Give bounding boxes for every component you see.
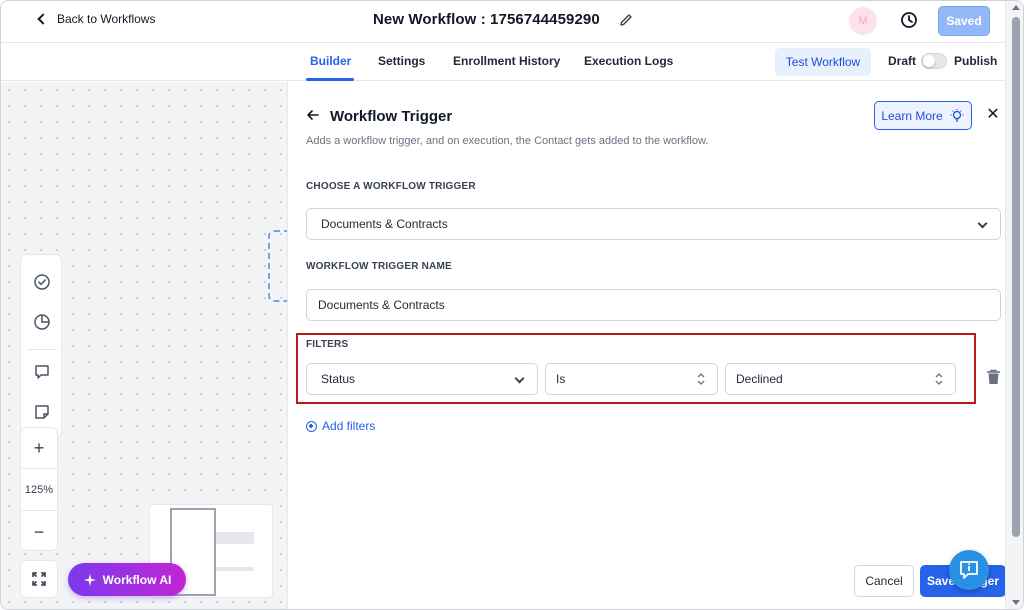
add-filters-label: Add filters: [322, 419, 376, 433]
fit-to-screen-button[interactable]: [20, 560, 58, 598]
pie-chart-icon[interactable]: [32, 312, 52, 332]
lightbulb-icon: [950, 108, 964, 122]
back-link-label: Back to Workflows: [57, 12, 156, 26]
learn-more-button[interactable]: Learn More: [874, 101, 972, 130]
trigger-name-label: WORKFLOW TRIGGER NAME: [306, 261, 452, 272]
tab-settings[interactable]: Settings: [378, 54, 425, 68]
saved-button[interactable]: Saved: [938, 6, 990, 36]
zoom-out-button[interactable]: −: [21, 517, 57, 547]
chat-info-icon: [960, 561, 978, 579]
sort-updown-icon: [697, 373, 705, 385]
top-header: Back to Workflows New Workflow : 1756744…: [1, 1, 1005, 43]
app-window: Back to Workflows New Workflow : 1756744…: [0, 0, 1024, 610]
support-chat-button[interactable]: [949, 550, 989, 590]
pencil-icon[interactable]: [618, 12, 634, 28]
minimap-node: [216, 567, 254, 571]
zoom-controls: + 125% −: [20, 427, 58, 551]
trigger-select[interactable]: Documents & Contracts: [306, 208, 1001, 240]
scroll-down-arrow[interactable]: [1012, 600, 1020, 605]
draft-label: Draft: [888, 54, 917, 68]
toolbox-divider: [27, 349, 57, 350]
minimap-node: [216, 532, 254, 544]
chevron-left-icon: [37, 13, 49, 25]
add-filters-link[interactable]: Add filters: [306, 419, 375, 433]
comment-icon[interactable]: [32, 362, 52, 382]
learn-more-label: Learn More: [881, 108, 943, 123]
active-tab-indicator: [306, 78, 354, 81]
tab-execution-logs[interactable]: Execution Logs: [584, 54, 673, 68]
filter-value-select[interactable]: Declined: [725, 363, 956, 395]
test-workflow-button[interactable]: Test Workflow: [775, 48, 871, 76]
sparkle-icon: [83, 573, 96, 586]
avatar[interactable]: M: [849, 7, 877, 35]
arrow-left-icon[interactable]: [306, 108, 320, 122]
workflow-ai-button[interactable]: Workflow AI: [68, 563, 186, 596]
filter-field-select[interactable]: Status: [306, 363, 538, 395]
filter-field-value: Status: [321, 372, 356, 386]
trigger-name-input[interactable]: Documents & Contracts: [306, 289, 1001, 321]
zoom-divider: [21, 468, 57, 469]
workflow-ai-label: Workflow AI: [102, 572, 172, 587]
cancel-button[interactable]: Cancel: [854, 565, 914, 597]
filters-label: FILTERS: [306, 339, 349, 350]
sort-updown-icon: [935, 373, 943, 385]
filter-operator-select[interactable]: Is: [545, 363, 718, 395]
zoom-in-button[interactable]: +: [21, 433, 57, 463]
tab-builder[interactable]: Builder: [310, 54, 351, 68]
close-icon[interactable]: ✕: [985, 107, 1001, 123]
check-circle-icon[interactable]: [32, 272, 52, 292]
canvas-toolbox: [20, 254, 62, 438]
panel-title: Workflow Trigger: [330, 108, 453, 125]
zoom-level: 125%: [24, 484, 54, 496]
back-to-workflows-link[interactable]: Back to Workflows: [37, 12, 156, 26]
chevron-down-icon: [514, 373, 525, 384]
trigger-select-value: Documents & Contracts: [321, 217, 448, 231]
trigger-name-value: Documents & Contracts: [318, 298, 445, 312]
filter-operator-value: Is: [556, 372, 566, 386]
history-icon[interactable]: [899, 10, 919, 30]
filter-value-value: Declined: [736, 372, 783, 386]
workflow-title: New Workflow : 1756744459290: [373, 11, 600, 28]
publish-label: Publish: [954, 54, 998, 68]
sticky-note-icon[interactable]: [32, 402, 52, 422]
expand-icon: [32, 572, 46, 586]
vertical-scrollbar[interactable]: [1005, 1, 1023, 609]
scroll-up-arrow[interactable]: [1012, 5, 1020, 10]
tab-enrollment-history[interactable]: Enrollment History: [453, 54, 560, 68]
zoom-divider: [21, 510, 57, 511]
trash-icon[interactable]: [986, 369, 1001, 385]
choose-trigger-label: CHOOSE A WORKFLOW TRIGGER: [306, 181, 476, 192]
scroll-thumb[interactable]: [1012, 17, 1020, 537]
panel-description: Adds a workflow trigger, and on executio…: [306, 135, 709, 147]
plus-circle-icon: [306, 420, 317, 432]
publish-toggle[interactable]: [921, 53, 947, 69]
chevron-down-icon: [977, 218, 988, 229]
